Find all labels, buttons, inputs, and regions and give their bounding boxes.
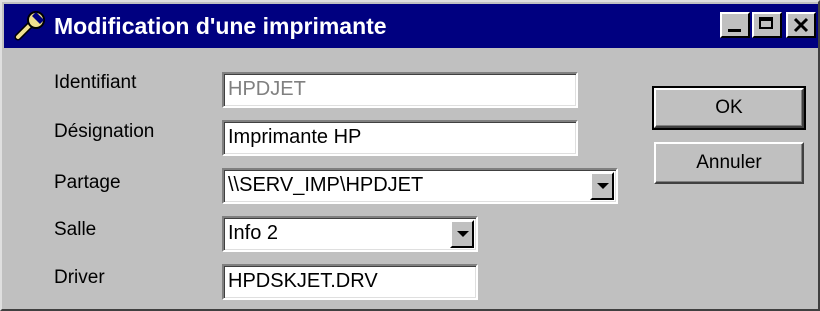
maximize-button[interactable] xyxy=(752,12,782,38)
partage-combobox[interactable]: \\SERV_IMP\HPDJET xyxy=(222,168,618,204)
close-button[interactable] xyxy=(786,12,816,38)
salle-combobox[interactable]: Info 2 xyxy=(222,216,478,252)
title-bar[interactable]: Modification d'une imprimante xyxy=(4,4,818,48)
designation-field[interactable]: Imprimante HP xyxy=(222,120,578,156)
ok-button[interactable]: OK xyxy=(652,86,806,130)
designation-value: Imprimante HP xyxy=(228,126,362,148)
partage-label: Partage xyxy=(54,172,121,193)
partage-value: \\SERV_IMP\HPDJET xyxy=(228,174,424,196)
driver-label: Driver xyxy=(54,267,105,288)
printer-edit-dialog: Modification d'une imprimante Identifian… xyxy=(0,0,820,311)
chevron-down-icon[interactable] xyxy=(450,220,474,248)
chevron-down-icon[interactable] xyxy=(590,172,614,200)
wrench-icon xyxy=(14,10,48,42)
salle-label: Salle xyxy=(54,219,97,240)
window-title: Modification d'une imprimante xyxy=(54,13,387,39)
driver-field[interactable]: HPDSKJET.DRV xyxy=(222,264,478,300)
identifiant-value: HPDJET xyxy=(228,78,306,100)
designation-label: Désignation xyxy=(54,121,155,142)
identifiant-field: HPDJET xyxy=(222,72,578,108)
cancel-button[interactable]: Annuler xyxy=(654,142,804,184)
driver-value: HPDSKJET.DRV xyxy=(228,270,378,292)
close-icon xyxy=(793,17,809,33)
salle-value: Info 2 xyxy=(228,222,279,244)
identifiant-label: Identifiant xyxy=(54,72,137,93)
minimize-button[interactable] xyxy=(720,12,750,38)
